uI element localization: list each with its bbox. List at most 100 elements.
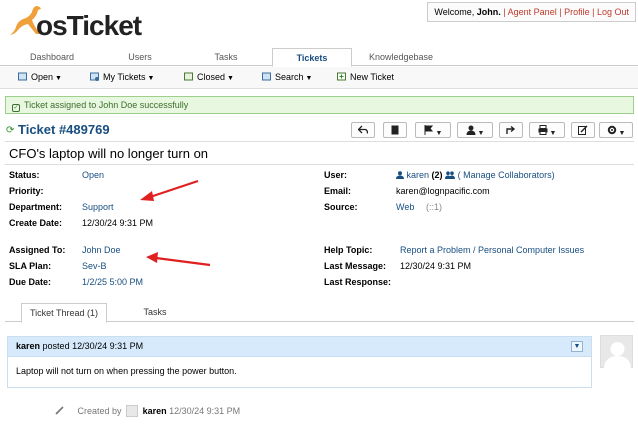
- create-date-value: 12/30/24 9:31 PM: [82, 218, 154, 228]
- thread-posted-text: posted: [42, 341, 70, 351]
- ticket-number[interactable]: Ticket #489769: [18, 122, 110, 137]
- search-icon: [262, 72, 272, 81]
- tab-tickets[interactable]: Tickets: [272, 48, 352, 67]
- reply-icon: [357, 125, 369, 134]
- user-label: User:: [324, 170, 348, 180]
- user-icon: [466, 125, 476, 135]
- last-message-value: 12/30/24 9:31 PM: [400, 261, 472, 271]
- logo[interactable]: osTicket: [6, 2, 146, 44]
- thread-author: karen: [16, 341, 41, 351]
- reply-button[interactable]: [351, 122, 375, 138]
- user-ticket-count: (2): [431, 170, 443, 180]
- divider: [5, 164, 634, 165]
- assign-menu-button[interactable]: ▼: [457, 122, 493, 138]
- email-value: karen@lognpacific.com: [396, 186, 490, 196]
- manage-collaborators-link[interactable]: ( Manage Collaborators): [458, 170, 555, 180]
- flag-icon: [424, 125, 433, 135]
- open-ticket-icon: [18, 72, 28, 81]
- header: osTicket Welcome, John. | Agent Panel | …: [0, 0, 638, 46]
- thread-options-button[interactable]: ▼: [571, 341, 583, 352]
- flag-menu-button[interactable]: ▼: [415, 122, 451, 138]
- closed-menu[interactable]: Closed ▼: [184, 72, 234, 82]
- source-ip: (::1): [426, 202, 443, 212]
- thread-entry-header: karen posted 12/30/24 9:31 PM ▼: [8, 337, 591, 357]
- more-menu-button[interactable]: ▼: [599, 122, 633, 138]
- tab-ticket-thread[interactable]: Ticket Thread (1): [21, 303, 107, 323]
- document-icon: [391, 125, 399, 135]
- due-date-value[interactable]: 1/2/25 5:00 PM: [82, 277, 143, 287]
- transfer-button[interactable]: [499, 122, 523, 138]
- open-menu[interactable]: Open ▼: [18, 72, 62, 82]
- avatar: [600, 335, 633, 369]
- share-icon: [506, 125, 516, 134]
- department-value[interactable]: Support: [82, 202, 114, 212]
- gear-icon: [607, 125, 616, 135]
- last-response-label: Last Response:: [324, 277, 392, 287]
- new-ticket-icon: [337, 72, 347, 81]
- due-date-label: Due Date:: [9, 277, 52, 287]
- closed-ticket-icon: [184, 72, 194, 81]
- annotation-arrow-assigned-icon: [146, 252, 211, 267]
- pencil-icon: [55, 406, 64, 415]
- tab-tasks[interactable]: Tasks: [125, 303, 185, 322]
- status-value[interactable]: Open: [82, 170, 104, 180]
- ticket-detail-tabs: Ticket Thread (1) Tasks: [5, 303, 634, 323]
- users-icon: [445, 171, 456, 179]
- user-icon: [396, 171, 404, 179]
- edit-button[interactable]: [571, 122, 595, 138]
- assigned-to-value[interactable]: John Doe: [82, 245, 121, 255]
- user-value-group: karen (2) ( Manage Collaborators): [396, 170, 555, 180]
- avatar: [126, 405, 139, 417]
- thread-body: Laptop will not turn on when pressing th…: [16, 366, 237, 376]
- agent-panel-link[interactable]: Agent Panel: [508, 7, 557, 17]
- priority-label: Priority:: [9, 186, 44, 196]
- source-label: Source:: [324, 202, 358, 212]
- main-nav: Dashboard Users Tasks Tickets Knowledgeb…: [0, 48, 638, 67]
- search-menu[interactable]: Search ▼: [262, 72, 312, 82]
- ticket-subject: CFO's laptop will no longer turn on: [9, 146, 209, 161]
- help-topic-label: Help Topic:: [324, 245, 373, 255]
- sla-plan-label: SLA Plan:: [9, 261, 52, 271]
- check-icon: ✓: [12, 104, 20, 112]
- welcome-prefix: Welcome,: [434, 7, 475, 17]
- tab-tasks[interactable]: Tasks: [184, 48, 268, 66]
- logout-link[interactable]: Log Out: [597, 7, 629, 17]
- print-preview-button[interactable]: [383, 122, 407, 138]
- logo-text: osTicket: [36, 10, 142, 41]
- divider: [5, 141, 634, 142]
- help-topic-value[interactable]: Report a Problem / Personal Computer Iss…: [400, 245, 584, 255]
- user-name-link[interactable]: karen: [407, 170, 430, 180]
- tab-knowledgebase[interactable]: Knowledgebase: [356, 48, 446, 66]
- my-tickets-icon: [90, 72, 100, 81]
- my-tickets-menu[interactable]: My Tickets ▼: [90, 72, 154, 82]
- create-date-label: Create Date:: [9, 218, 63, 228]
- success-alert: ✓ Ticket assigned to John Doe successfull…: [5, 96, 634, 114]
- sub-nav: Open ▼ My Tickets ▼ Closed ▼ Search ▼ New Ti…: [0, 67, 638, 89]
- status-label: Status:: [9, 170, 40, 180]
- sla-plan-value[interactable]: Sev-B: [82, 261, 107, 271]
- thread-entry: karen posted 12/30/24 9:31 PM ▼ Laptop w…: [7, 336, 592, 388]
- department-label: Department:: [9, 202, 63, 212]
- last-message-label: Last Message:: [324, 261, 387, 271]
- created-by-event: Created by karen 12/30/24 9:31 PM: [55, 405, 240, 417]
- ticket-title-row: ⟳ Ticket #489769 ▼ ▼ ▼ ▼: [5, 122, 634, 140]
- welcome-user: John.: [476, 7, 501, 17]
- assigned-to-label: Assigned To:: [9, 245, 66, 255]
- profile-link[interactable]: Profile: [564, 7, 590, 17]
- refresh-icon[interactable]: ⟳: [6, 125, 14, 136]
- created-by-prefix: Created by: [77, 406, 122, 416]
- created-by-date: 12/30/24 9:31 PM: [169, 406, 241, 416]
- avatar-placeholder-icon: [604, 342, 631, 369]
- annotation-arrow-department-icon: [140, 179, 199, 201]
- created-by-author: karen: [142, 406, 167, 416]
- edit-icon: [578, 125, 588, 135]
- new-ticket-link[interactable]: New Ticket: [337, 72, 394, 82]
- email-label: Email:: [324, 186, 352, 196]
- tab-users[interactable]: Users: [98, 48, 182, 66]
- print-icon: [538, 125, 548, 135]
- alert-message: Ticket assigned to John Doe successfully: [24, 100, 189, 110]
- tab-dashboard[interactable]: Dashboard: [10, 48, 94, 66]
- thread-date: 12/30/24 9:31 PM: [72, 341, 144, 351]
- source-value[interactable]: Web: [396, 202, 414, 212]
- print-menu-button[interactable]: ▼: [529, 122, 565, 138]
